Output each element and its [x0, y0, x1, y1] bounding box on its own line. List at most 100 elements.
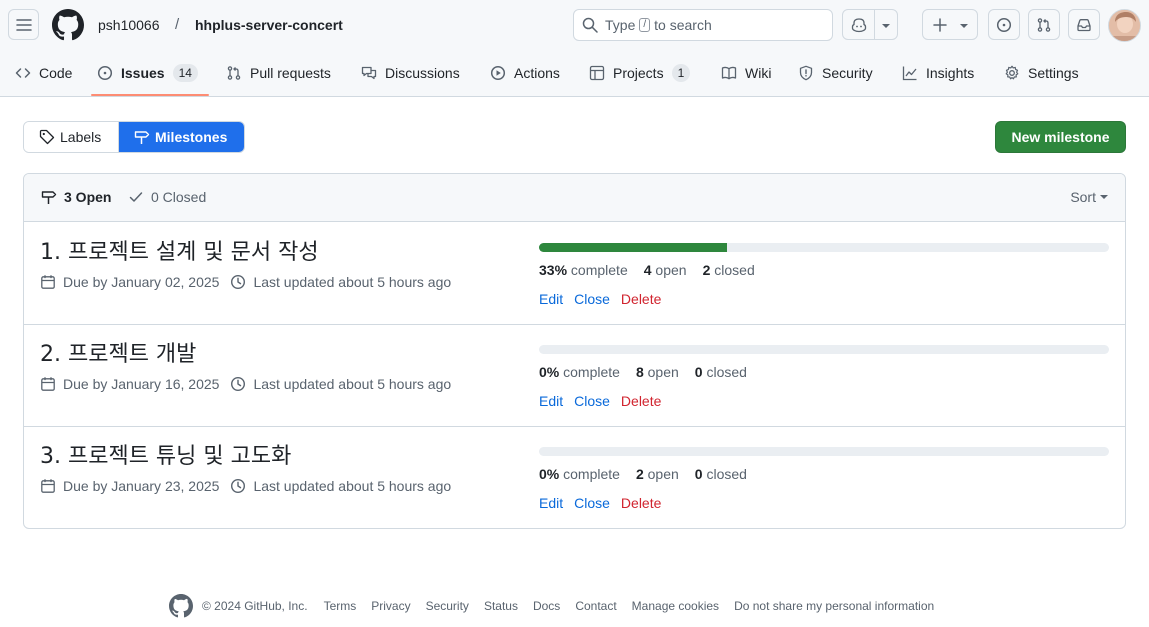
milestone-title[interactable]: 1. 프로젝트 설계 및 문서 작성 — [40, 239, 319, 267]
app-header: psh10066 / hhplus-server-concert Type / … — [0, 0, 1149, 97]
breadcrumb-owner[interactable]: psh10066 — [98, 16, 160, 34]
open-count: 8 — [635, 364, 644, 380]
footer-link-manage-cookies[interactable]: Manage cookies — [632, 599, 719, 613]
open-count: 2 — [635, 466, 644, 482]
create-new-button[interactable] — [922, 9, 978, 40]
milestone-row: 3. 프로젝트 튜닝 및 고도화 Due by January 23, 2025… — [24, 427, 1125, 528]
milestone-row: 2. 프로젝트 개발 Due by January 16, 2025 Last … — [24, 325, 1125, 427]
tab-settings[interactable]: Settings — [1004, 58, 1079, 88]
search-icon — [582, 17, 598, 33]
labels-tab-label: Labels — [60, 129, 102, 145]
clock-icon — [231, 376, 246, 392]
milestone-title[interactable]: 2. 프로젝트 개발 — [40, 341, 196, 369]
close-link[interactable]: Close — [574, 495, 610, 511]
footer-link-security[interactable]: Security — [426, 599, 469, 613]
calendar-icon — [41, 275, 55, 289]
pull-requests-shortcut-button[interactable] — [1028, 9, 1060, 40]
delete-link[interactable]: Delete — [621, 495, 661, 511]
user-avatar[interactable] — [1108, 9, 1141, 42]
search-prefix: Type — [605, 17, 636, 33]
issues-shortcut-button[interactable] — [988, 9, 1020, 40]
tab-pull-requests[interactable]: Pull requests — [226, 58, 331, 88]
tab-issues-label: Issues — [121, 65, 165, 81]
stat-closed[interactable]: 0 closed — [695, 364, 747, 380]
close-link[interactable]: Close — [574, 393, 610, 409]
milestones-tab[interactable]: Milestones — [119, 122, 244, 152]
complete-label: complete — [570, 262, 628, 278]
stat-complete: 0% complete — [539, 466, 620, 482]
stat-open[interactable]: 4 open — [644, 262, 687, 278]
tag-icon — [39, 129, 55, 145]
breadcrumb-repo[interactable]: hhplus-server-concert — [195, 16, 343, 34]
closed-label: closed — [714, 262, 755, 278]
tab-security[interactable]: Security — [798, 58, 873, 88]
chevron-down-icon — [1100, 195, 1108, 199]
inbox-icon — [1077, 18, 1091, 31]
stat-open[interactable]: 8 open — [636, 364, 679, 380]
issues-count-badge: 14 — [172, 64, 198, 82]
clock-icon — [231, 478, 246, 494]
issue-opened-icon — [97, 65, 113, 81]
footer-link-privacy[interactable]: Privacy — [371, 599, 410, 613]
milestone-list: 3 Open 0 Closed Sort 1. 프로젝트 설계 및 문서 작성 … — [23, 173, 1126, 529]
milestone-title[interactable]: 3. 프로젝트 튜닝 및 고도화 — [40, 443, 291, 471]
edit-link[interactable]: Edit — [539, 393, 563, 409]
edit-link[interactable]: Edit — [539, 495, 563, 511]
github-logo-icon[interactable] — [52, 9, 84, 41]
progress-fill — [539, 243, 728, 252]
sort-dropdown[interactable]: Sort — [1070, 189, 1109, 205]
tab-code[interactable]: Code — [15, 58, 72, 88]
labels-tab[interactable]: Labels — [24, 122, 119, 152]
footer-link-terms[interactable]: Terms — [324, 599, 357, 613]
milestone-stats: 33% complete 4 open 2 closed — [539, 262, 771, 278]
stat-closed[interactable]: 0 closed — [695, 466, 747, 482]
menu-button[interactable] — [8, 9, 39, 40]
inbox-button[interactable] — [1068, 9, 1100, 40]
milestone-row: 1. 프로젝트 설계 및 문서 작성 Due by January 02, 20… — [24, 223, 1125, 325]
footer-link-docs[interactable]: Docs — [533, 599, 560, 613]
stat-closed[interactable]: 2 closed — [703, 262, 755, 278]
copilot-button[interactable] — [842, 9, 898, 40]
delete-link[interactable]: Delete — [621, 291, 661, 307]
tab-insights-label: Insights — [926, 65, 975, 81]
closed-count: 0 — [694, 466, 703, 482]
edit-link[interactable]: Edit — [539, 291, 563, 307]
closed-filter-label: 0 Closed — [151, 189, 207, 205]
delete-link[interactable]: Delete — [621, 393, 661, 409]
search-input[interactable]: Type / to search — [573, 9, 833, 41]
projects-count-badge: 1 — [671, 64, 691, 82]
footer-link-status[interactable]: Status — [484, 599, 518, 613]
tab-discussions[interactable]: Discussions — [361, 58, 460, 88]
graph-icon — [902, 66, 917, 81]
milestone-list-header: 3 Open 0 Closed Sort — [24, 174, 1125, 222]
open-label: open — [647, 466, 679, 482]
search-shortcut-key: / — [639, 18, 651, 32]
new-milestone-button[interactable]: New milestone — [995, 121, 1126, 153]
tab-insights[interactable]: Insights — [902, 58, 974, 88]
closed-filter[interactable]: 0 Closed — [128, 189, 206, 205]
tab-issues[interactable]: Issues 14 — [97, 58, 198, 88]
percent-complete: 0% — [539, 364, 560, 380]
tab-actions[interactable]: Actions — [490, 58, 560, 88]
complete-label: complete — [563, 364, 620, 380]
tab-pull-requests-label: Pull requests — [250, 65, 331, 81]
footer-link-do-not-share[interactable]: Do not share my personal information — [734, 599, 934, 613]
footer-link-contact[interactable]: Contact — [575, 599, 616, 613]
close-link[interactable]: Close — [574, 291, 610, 307]
stat-open[interactable]: 2 open — [636, 466, 679, 482]
copilot-icon — [851, 18, 867, 33]
tab-wiki[interactable]: Wiki — [721, 58, 771, 88]
discussions-icon — [361, 66, 377, 80]
plus-icon — [933, 18, 947, 32]
open-count: 4 — [643, 262, 652, 278]
github-logo-icon[interactable] — [169, 594, 193, 618]
open-label: open — [655, 262, 687, 278]
labels-milestones-subnav: Labels Milestones — [23, 121, 245, 153]
tab-projects[interactable]: Projects 1 — [589, 58, 691, 88]
open-filter[interactable]: 3 Open — [41, 189, 111, 205]
site-footer: © 2024 GitHub, Inc. Terms Privacy Securi… — [169, 594, 949, 618]
active-tab-underline — [91, 94, 209, 96]
play-icon — [490, 65, 506, 81]
chevron-down-icon — [882, 24, 890, 28]
tab-code-label: Code — [39, 65, 73, 81]
